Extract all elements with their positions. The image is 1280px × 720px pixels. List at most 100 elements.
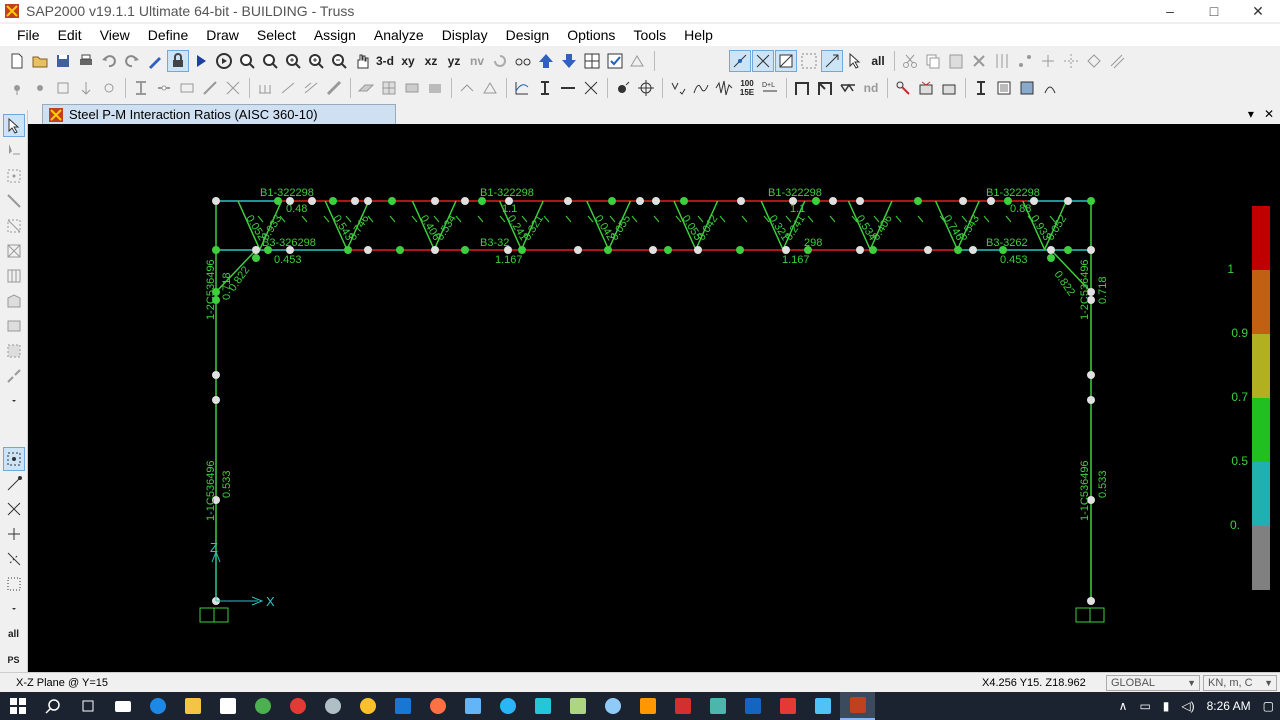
menu-analyze[interactable]: Analyze — [365, 24, 433, 46]
view-nv-button[interactable]: nv — [466, 50, 488, 72]
menu-file[interactable]: File — [8, 24, 49, 46]
menu-select[interactable]: Select — [248, 24, 305, 46]
plot-function-button[interactable] — [690, 77, 712, 99]
undo-button[interactable] — [98, 50, 120, 72]
save-button[interactable] — [52, 50, 74, 72]
more-draw-tools[interactable] — [3, 390, 25, 413]
run-analysis-button[interactable] — [190, 50, 212, 72]
pointer-tool[interactable] — [2, 114, 25, 138]
steel-design-button[interactable]: 100 15E — [736, 77, 758, 99]
intersection-button[interactable] — [821, 50, 843, 72]
snap-points-button[interactable] — [729, 50, 751, 72]
snap-to-perpendicular-tool[interactable] — [3, 523, 25, 546]
align-button[interactable] — [1037, 50, 1059, 72]
taskbar-skype[interactable] — [490, 692, 525, 720]
taskbar-word[interactable] — [735, 692, 770, 720]
show-stresses-button[interactable] — [557, 77, 579, 99]
snap-lines-button[interactable] — [752, 50, 774, 72]
extrude-button[interactable] — [1083, 50, 1105, 72]
select-all-left-tool[interactable]: all — [3, 623, 25, 646]
check-model-button[interactable] — [604, 50, 626, 72]
color-display-button[interactable] — [1016, 77, 1038, 99]
menu-define[interactable]: Define — [139, 24, 197, 46]
tab-close-button[interactable]: ✕ — [1264, 107, 1274, 121]
taskbar-app-cloud[interactable] — [315, 692, 350, 720]
taskbar-opera[interactable] — [280, 692, 315, 720]
refresh-view-button[interactable] — [144, 50, 166, 72]
paste-button[interactable] — [945, 50, 967, 72]
close-button[interactable]: ✕ — [1236, 0, 1280, 22]
taskbar-notepad[interactable] — [560, 692, 595, 720]
rotate-view-button[interactable] — [489, 50, 511, 72]
frame-releases-button[interactable] — [153, 77, 175, 99]
frame-distributed-button[interactable] — [277, 77, 299, 99]
select-all-button[interactable]: all — [867, 50, 889, 72]
more-snap-tools[interactable] — [3, 598, 25, 621]
previous-selection-tool[interactable]: PS — [3, 648, 25, 671]
maximize-button[interactable]: □ — [1192, 0, 1236, 22]
move-up-button[interactable] — [535, 50, 557, 72]
zoom-window-button[interactable] — [236, 50, 258, 72]
view-xy-button[interactable]: xy — [397, 50, 419, 72]
show-forces-button[interactable] — [534, 77, 556, 99]
joint-masses-button[interactable] — [98, 77, 120, 99]
notifications-icon[interactable]: ▢ — [1263, 699, 1274, 713]
replicate-button[interactable] — [991, 50, 1013, 72]
menu-display[interactable]: Display — [433, 24, 497, 46]
menu-help[interactable]: Help — [675, 24, 722, 46]
print-button[interactable] — [75, 50, 97, 72]
link-button[interactable] — [456, 77, 478, 99]
snap-grid-button[interactable] — [775, 50, 797, 72]
frame-prestress-button[interactable] — [323, 77, 345, 99]
menu-view[interactable]: View — [91, 24, 139, 46]
run-now-button[interactable] — [213, 50, 235, 72]
model-view-canvas[interactable]: B1-322298 B1-322298 B1-322298 B1-322298 … — [28, 124, 1280, 672]
copy-button[interactable] — [922, 50, 944, 72]
clock[interactable]: 8:26 AM — [1207, 699, 1251, 713]
draw-point-tool[interactable] — [3, 164, 25, 187]
joint-restraints-button[interactable] — [6, 77, 28, 99]
new-model-button[interactable] — [6, 50, 28, 72]
quick-frame-tool[interactable] — [3, 214, 25, 237]
show-virtual-work-button[interactable] — [580, 77, 602, 99]
taskbar-snipping[interactable] — [525, 692, 560, 720]
task-view-button[interactable] — [70, 692, 105, 720]
frame-loads-button[interactable] — [254, 77, 276, 99]
volume-icon[interactable]: ◁) — [1181, 699, 1194, 713]
design-dl-button[interactable]: D+L — [759, 77, 781, 99]
quick-braces-tool[interactable] — [3, 239, 25, 262]
taskbar-store[interactable] — [210, 692, 245, 720]
frame-cable-button[interactable] — [222, 77, 244, 99]
search-button[interactable] — [35, 692, 70, 720]
node-display-button[interactable]: nd — [860, 77, 882, 99]
frame-temperature-button[interactable] — [300, 77, 322, 99]
network-icon[interactable]: ▭ — [1139, 699, 1150, 713]
menu-draw[interactable]: Draw — [197, 24, 248, 46]
document-tab[interactable]: Steel P-M Interaction Ratios (AISC 360-1… — [42, 104, 396, 124]
taskbar-explorer[interactable] — [175, 692, 210, 720]
redo-button[interactable] — [121, 50, 143, 72]
taskbar-firefox[interactable] — [420, 692, 455, 720]
snap-to-intersect-tool[interactable] — [3, 498, 25, 521]
joint-springs-button[interactable] — [29, 77, 51, 99]
taskbar-outlook[interactable] — [385, 692, 420, 720]
view-yz-button[interactable]: yz — [443, 50, 465, 72]
open-button[interactable] — [29, 50, 51, 72]
show-tables-button[interactable] — [667, 77, 689, 99]
frame-draw-button[interactable] — [791, 77, 813, 99]
show-shape-button[interactable] — [627, 50, 649, 72]
menu-tools[interactable]: Tools — [624, 24, 675, 46]
select-pointer-button[interactable] — [844, 50, 866, 72]
taskbar-app-green[interactable] — [245, 692, 280, 720]
tray-expand-icon[interactable]: ∧ — [1119, 699, 1128, 713]
lock-model-button[interactable] — [167, 50, 189, 72]
frame-local-axes-button[interactable] — [176, 77, 198, 99]
snap-to-grid-tool[interactable] — [3, 573, 25, 596]
text-display-button[interactable] — [970, 77, 992, 99]
menu-design[interactable]: Design — [497, 24, 559, 46]
delete-button[interactable] — [968, 50, 990, 72]
display-options-button[interactable] — [581, 50, 603, 72]
move-down-button[interactable] — [558, 50, 580, 72]
reshape-tool[interactable] — [3, 139, 25, 162]
area-sections-button[interactable] — [355, 77, 377, 99]
